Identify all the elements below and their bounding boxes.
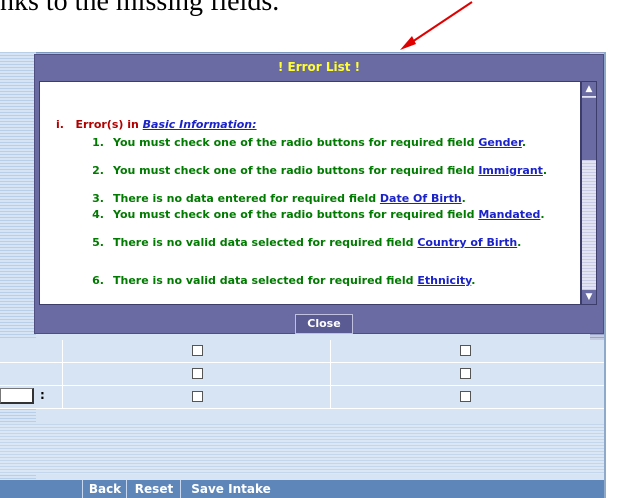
save-intake-button[interactable]: Save Intake <box>180 480 281 498</box>
checkbox[interactable] <box>192 391 203 402</box>
country-of-birth-field-link[interactable]: Country of Birth <box>417 236 517 249</box>
checkbox[interactable] <box>460 391 471 402</box>
red-arrow-annotation <box>400 1 473 50</box>
checkbox[interactable] <box>192 368 203 379</box>
ethnicity-field-link[interactable]: Ethnicity <box>417 274 471 287</box>
error-list-dialog: ! Error List ! i. Error(s) in Basic Info… <box>34 54 604 334</box>
instruction-text: nks to the missing fields. <box>0 0 280 17</box>
table-row <box>0 340 604 363</box>
button-bar: Back Reset Save Intake <box>0 480 604 498</box>
dialog-title: ! Error List ! <box>277 60 361 74</box>
table-row: : <box>0 386 604 409</box>
scroll-down-icon[interactable]: ▼ <box>582 290 596 304</box>
immigrant-field-link[interactable]: Immigrant <box>478 164 543 177</box>
scroll-thumb[interactable] <box>582 98 596 160</box>
checkbox[interactable] <box>192 345 203 356</box>
reset-button[interactable]: Reset <box>126 480 181 498</box>
gender-field-link[interactable]: Gender <box>478 136 522 149</box>
checkbox[interactable] <box>460 368 471 379</box>
mandated-field-link[interactable]: Mandated <box>478 208 540 221</box>
error-list-body: i. Error(s) in Basic Information: 1. You… <box>39 81 581 305</box>
table-row <box>0 363 604 386</box>
dialog-scrollbar[interactable]: ▲ ▼ <box>581 81 597 305</box>
checkbox[interactable] <box>460 345 471 356</box>
text-input[interactable] <box>0 388 34 404</box>
error-section-heading: i. Error(s) in Basic Information: <box>56 118 257 131</box>
date-of-birth-field-link[interactable]: Date Of Birth <box>380 192 462 205</box>
scroll-up-icon[interactable]: ▲ <box>582 82 596 96</box>
field-colon: : <box>40 388 45 402</box>
close-button[interactable]: Close <box>295 314 353 334</box>
back-button[interactable]: Back <box>82 480 127 498</box>
basic-information-link[interactable]: Basic Information: <box>143 118 257 131</box>
form-footer-strip <box>0 424 604 474</box>
